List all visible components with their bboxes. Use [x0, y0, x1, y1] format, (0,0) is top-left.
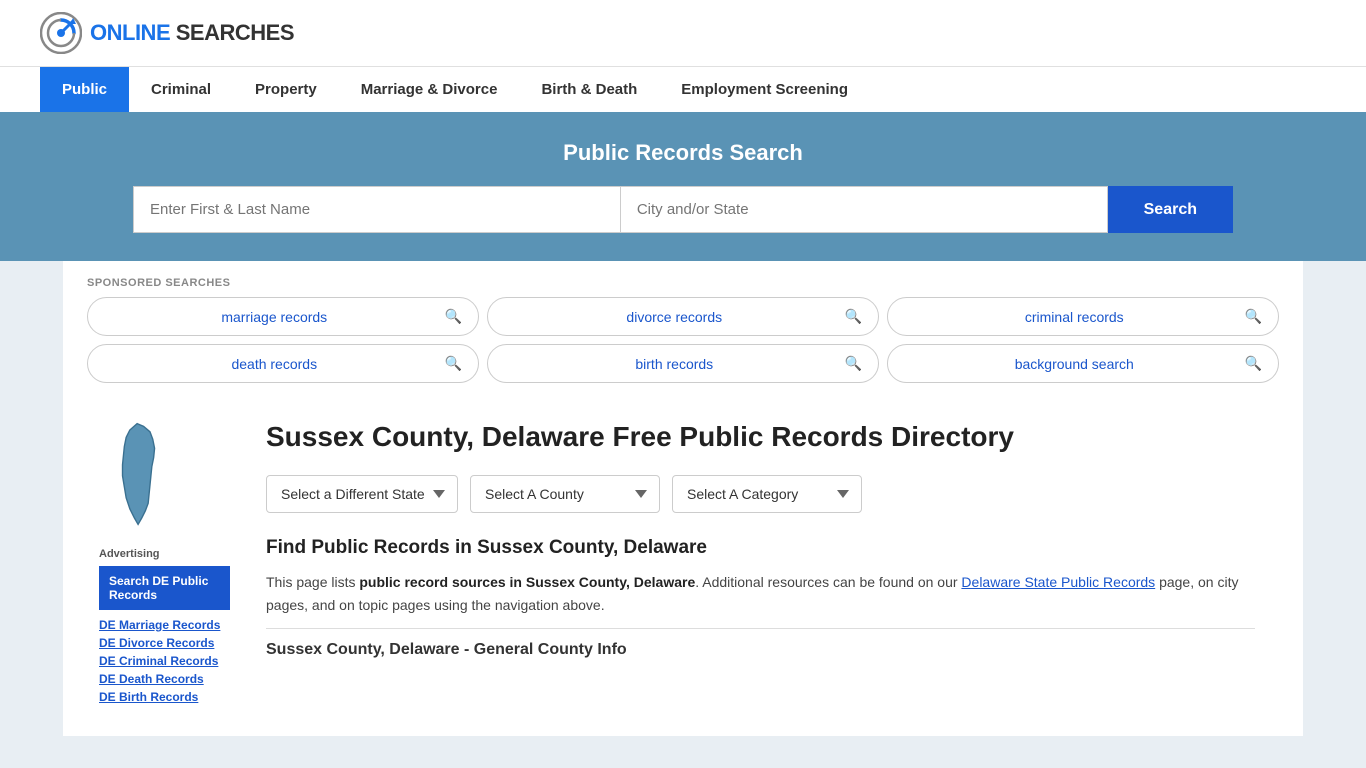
ad-main-link[interactable]: Search DE Public Records [99, 566, 230, 610]
state-dropdown[interactable]: Select a Different State [266, 475, 458, 513]
page-body: Advertising Search DE Public Records DE … [87, 407, 1279, 720]
header: ONLINE SEARCHES [0, 0, 1366, 66]
sponsored-item-background[interactable]: background search 🔍 [887, 344, 1279, 383]
content-wrapper: SPONSORED SEARCHES marriage records 🔍 di… [63, 261, 1303, 736]
hero-title: Public Records Search [40, 140, 1326, 166]
nav-item-criminal[interactable]: Criminal [129, 67, 233, 112]
section-divider [266, 628, 1255, 629]
description-text: This page lists public record sources in… [266, 571, 1255, 616]
main-content: Sussex County, Delaware Free Public Reco… [242, 407, 1279, 720]
content-area: SPONSORED SEARCHES marriage records 🔍 di… [63, 261, 1303, 736]
sponsored-item-death[interactable]: death records 🔍 [87, 344, 479, 383]
search-bar: Search [133, 186, 1233, 233]
sponsored-item-criminal[interactable]: criminal records 🔍 [887, 297, 1279, 336]
state-map [99, 419, 230, 532]
find-records-title: Find Public Records in Sussex County, De… [266, 537, 1255, 559]
nav-item-employment[interactable]: Employment Screening [659, 67, 870, 112]
ad-link-marriage[interactable]: DE Marriage Records [99, 618, 230, 632]
search-icon-5: 🔍 [1245, 355, 1262, 372]
hero-section: Public Records Search Search [0, 112, 1366, 261]
name-input[interactable] [133, 186, 621, 233]
delaware-map-svg [99, 419, 179, 529]
search-icon-3: 🔍 [445, 355, 462, 372]
logo[interactable]: ONLINE SEARCHES [40, 12, 294, 54]
sidebar: Advertising Search DE Public Records DE … [87, 407, 242, 720]
state-records-link[interactable]: Delaware State Public Records [961, 574, 1155, 590]
search-icon-2: 🔍 [1245, 308, 1262, 325]
main-nav: Public Criminal Property Marriage & Divo… [0, 66, 1366, 112]
logo-text: ONLINE SEARCHES [90, 20, 294, 46]
nav-item-birth-death[interactable]: Birth & Death [519, 67, 659, 112]
nav-item-marriage-divorce[interactable]: Marriage & Divorce [339, 67, 520, 112]
nav-item-public[interactable]: Public [40, 67, 129, 112]
sponsored-item-marriage[interactable]: marriage records 🔍 [87, 297, 479, 336]
search-icon-4: 🔍 [845, 355, 862, 372]
sponsored-item-birth[interactable]: birth records 🔍 [487, 344, 879, 383]
sponsored-label: SPONSORED SEARCHES [87, 277, 1279, 289]
ad-link-death[interactable]: DE Death Records [99, 672, 230, 686]
sponsored-item-divorce[interactable]: divorce records 🔍 [487, 297, 879, 336]
search-icon-0: 🔍 [445, 308, 462, 325]
location-input[interactable] [621, 186, 1108, 233]
county-info-title: Sussex County, Delaware - General County… [266, 641, 1255, 659]
search-button[interactable]: Search [1108, 186, 1233, 233]
county-dropdown[interactable]: Select A County [470, 475, 660, 513]
dropdown-row: Select a Different State Select A County… [266, 475, 1255, 513]
ad-section: Advertising Search DE Public Records DE … [99, 548, 230, 704]
nav-item-property[interactable]: Property [233, 67, 339, 112]
search-icon-1: 🔍 [845, 308, 862, 325]
page-title: Sussex County, Delaware Free Public Reco… [266, 419, 1255, 455]
ad-link-birth[interactable]: DE Birth Records [99, 690, 230, 704]
sponsored-grid: marriage records 🔍 divorce records 🔍 cri… [87, 297, 1279, 383]
ad-link-divorce[interactable]: DE Divorce Records [99, 636, 230, 650]
ad-label: Advertising [99, 548, 230, 560]
ad-link-criminal[interactable]: DE Criminal Records [99, 654, 230, 668]
category-dropdown[interactable]: Select A Category [672, 475, 862, 513]
logo-icon [40, 12, 82, 54]
